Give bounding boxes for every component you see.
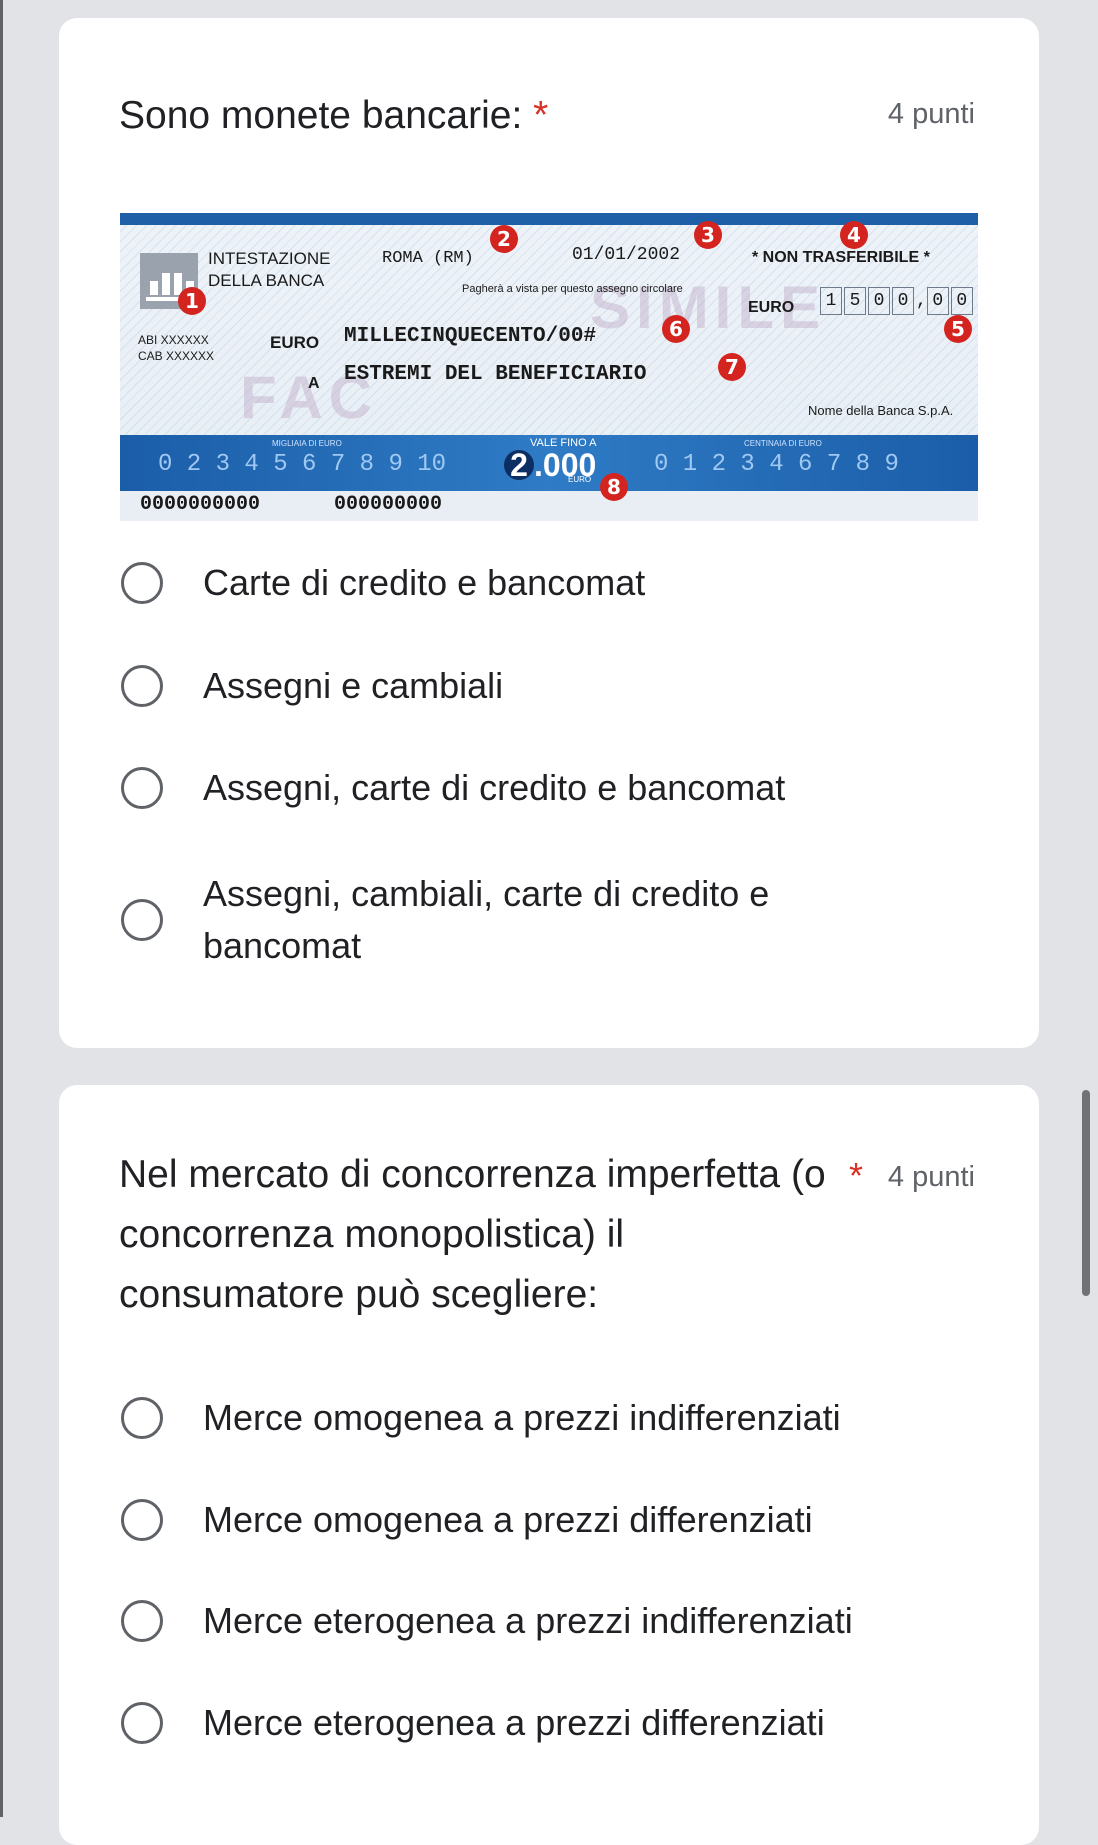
abi-code: ABI XXXXXX [138, 333, 209, 347]
option-radio[interactable]: Merce omogenea a prezzi differenziati [121, 1490, 813, 1550]
bank-name: Nome della Banca S.p.A. [808, 403, 954, 418]
della-banca-label: DELLA BANCA [208, 271, 325, 290]
migliaia-label: MIGLIAIA DI EURO [272, 439, 342, 448]
scrollbar-thumb[interactable] [1082, 1090, 1090, 1296]
vale-euro-label: EURO [568, 475, 592, 484]
radio-button[interactable] [121, 1499, 163, 1541]
place-field: ROMA (RM) [382, 249, 474, 268]
cheque-value-band: MIGLIAIA DI EURO 0 2 3 4 5 6 7 8 9 10 VA… [120, 435, 978, 491]
radio-button[interactable] [121, 562, 163, 604]
centinaia-digits: 0 1 2 3 4 6 7 8 9 [654, 451, 899, 478]
a-label: A [308, 375, 320, 392]
option-label: Merce omogenea a prezzi differenziati [203, 1499, 813, 1540]
question-title: Nel mercato di concorrenza imperfetta (o… [119, 1145, 839, 1325]
euro-words-label: EURO [270, 333, 320, 352]
code-number-1: 0000000000 [140, 493, 261, 516]
window-edge [0, 0, 3, 1817]
option-label: Carte di credito e bancomat [203, 562, 646, 603]
callout-badge: 7 [718, 353, 746, 381]
radio-button[interactable] [121, 899, 163, 941]
amount-digit: 0 [892, 287, 914, 315]
option-radio[interactable]: Assegni, carte di credito e bancomat [121, 758, 785, 818]
beneficiary-field: ESTREMI DEL BENEFICIARIO [344, 363, 647, 386]
date-field: 01/01/2002 [572, 245, 681, 265]
required-asterisk: * [533, 94, 549, 137]
option-radio[interactable]: Assegni e cambiali [121, 656, 503, 716]
option-label: Assegni e cambiali [203, 665, 504, 706]
amount-words-field: MILLECINQUECENTO/00# [344, 325, 597, 348]
intestazione-label: INTESTAZIONE [208, 249, 331, 268]
points-label: 4 punti [887, 1161, 975, 1193]
cab-code: CAB XXXXXX [138, 349, 215, 363]
option-label: Merce omogenea a prezzi indifferenziati [203, 1397, 841, 1438]
euro-amount-label: EURO [748, 299, 795, 316]
code-number-2: 000000000 [334, 493, 443, 516]
vale-amount-first: 2 [504, 449, 534, 481]
question-title-text: Nel mercato di concorrenza imperfetta (o… [119, 1153, 826, 1316]
callout-badge: 1 [178, 287, 206, 315]
option-label: Merce eterogenea a prezzi indifferenziat… [203, 1600, 853, 1641]
question-card-1: Sono monete bancarie: * 4 punti FAC SIMI… [59, 18, 1039, 1048]
question-title-text: Sono monete bancarie: [119, 94, 523, 137]
radio-button[interactable] [121, 1702, 163, 1744]
callout-badge: 8 [600, 473, 628, 501]
amount-digit: 0 [868, 287, 890, 315]
amount-cent: 0 [950, 287, 973, 315]
option-radio[interactable]: Merce eterogenea a prezzi indifferenziat… [121, 1591, 853, 1651]
option-label: Merce eterogenea a prezzi differenziati [203, 1702, 825, 1743]
callout-badge: 6 [662, 315, 690, 343]
amount-digit: 1 [820, 287, 842, 315]
callout-badge: 4 [840, 221, 868, 249]
radio-button[interactable] [121, 1600, 163, 1642]
required-asterisk: * [849, 1155, 864, 1196]
question-card-2: Nel mercato di concorrenza imperfetta (o… [59, 1085, 1039, 1845]
migliaia-digits: 0 2 3 4 5 6 7 8 9 10 [158, 451, 447, 478]
non-trasferibile-label: * NON TRASFERIBILE * [752, 249, 930, 266]
amount-digits: 1500,00 [820, 287, 975, 315]
option-radio[interactable]: Merce omogenea a prezzi indifferenziati [121, 1388, 841, 1448]
option-radio[interactable]: Merce eterogenea a prezzi differenziati [121, 1693, 825, 1753]
option-radio[interactable]: Carte di credito e bancomat [121, 553, 645, 613]
option-label: Assegni, carte di credito e bancomat [203, 767, 786, 808]
radio-button[interactable] [121, 665, 163, 707]
centinaia-label: CENTINAIA DI EURO [744, 439, 822, 448]
callout-badge: 2 [490, 225, 518, 253]
callout-badge: 3 [694, 221, 722, 249]
cheque-code-line: 0000000000 000000000 [120, 491, 978, 521]
callout-badge: 5 [944, 315, 972, 343]
radio-button[interactable] [121, 1397, 163, 1439]
amount-cent: 0 [926, 287, 949, 315]
option-radio[interactable]: Assegni, cambiali, carte di credito e ba… [121, 868, 823, 972]
payment-note: Pagherà a vista per questo assegno circo… [462, 283, 683, 295]
amount-digit: 5 [844, 287, 866, 315]
radio-button[interactable] [121, 767, 163, 809]
question-title: Sono monete bancarie: * [119, 86, 548, 146]
cheque-image: FAC SIMILE INTESTAZIONE DELLA BANCA ROMA… [120, 213, 978, 521]
points-label: 4 punti [887, 98, 975, 130]
option-label: Assegni, cambiali, carte di credito e ba… [203, 873, 770, 966]
